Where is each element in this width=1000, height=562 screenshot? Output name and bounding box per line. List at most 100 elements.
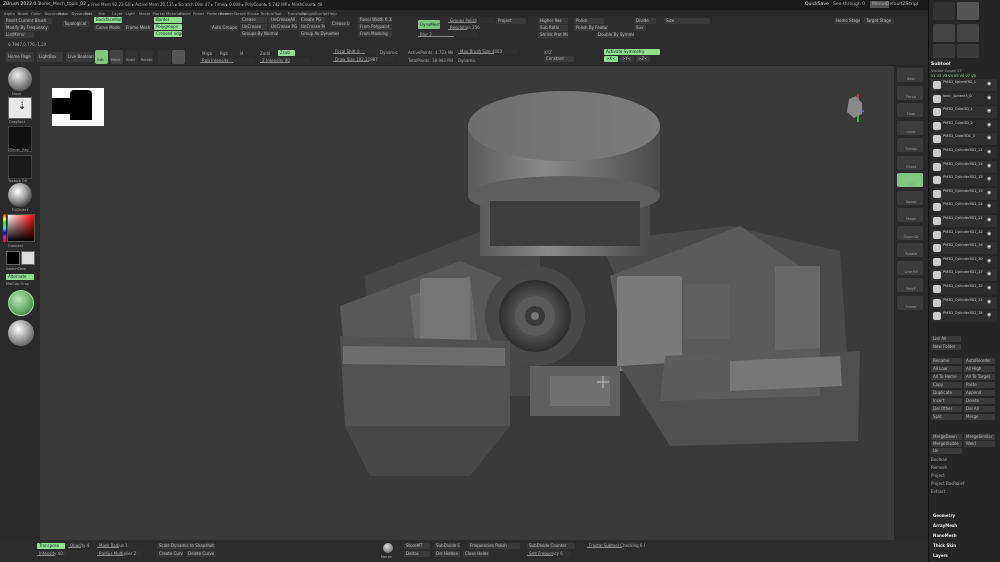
reset-brush-button[interactable]: Reset Current Brush bbox=[4, 18, 52, 24]
paste-button[interactable]: Paste bbox=[964, 382, 995, 388]
subtool-row[interactable]: PM3D_Cylinder3D1_24 ◉ bbox=[931, 201, 997, 214]
menu-layer[interactable]: Layer bbox=[112, 10, 123, 17]
blur-slider[interactable]: Blur 2 bbox=[418, 32, 478, 37]
resolution2-slider[interactable]: Resolution 256 bbox=[448, 25, 480, 30]
intensity-slider[interactable]: Intensity 40 bbox=[37, 551, 67, 556]
all-to-home-button[interactable]: All To Home bbox=[931, 374, 962, 380]
texture-preview[interactable] bbox=[8, 155, 32, 179]
uncrease-button[interactable]: UnCrease bbox=[240, 24, 267, 30]
subtool-row[interactable]: PM3D_Cube3D1_3 ◉ bbox=[931, 133, 997, 146]
live-boolean-button[interactable]: Live Boolean bbox=[66, 52, 94, 62]
subtool-row[interactable]: PM3D_Cylinder3D1_14 ◉ bbox=[931, 160, 997, 173]
shelf-polyf-button[interactable]: PolyF bbox=[897, 278, 923, 292]
tool-thumb-5[interactable] bbox=[933, 44, 955, 58]
home-stage-button[interactable]: Home Stage bbox=[834, 18, 860, 24]
brush-preview[interactable] bbox=[8, 67, 32, 91]
dynamic-toggle[interactable]: Dynamic bbox=[380, 49, 398, 56]
del-hidden-button[interactable]: Del Hidden bbox=[434, 551, 460, 557]
delete-curve-button[interactable]: Delete Curve bbox=[186, 551, 216, 557]
move-button[interactable]: Move bbox=[110, 50, 123, 64]
edit-button[interactable]: Edit bbox=[95, 50, 108, 64]
subtool-row[interactable]: PM3D_Cylinder3D1_15 ◉ bbox=[931, 187, 997, 200]
merge-button[interactable]: Merge bbox=[964, 414, 995, 420]
quicksave-button[interactable]: QuickSave bbox=[805, 1, 829, 8]
polish-by-features-button[interactable]: Polish By Features bbox=[574, 25, 608, 31]
eye-icon[interactable]: ◉ bbox=[987, 122, 991, 128]
eye-icon[interactable]: ◉ bbox=[987, 204, 991, 209]
size-slider[interactable]: Size bbox=[664, 18, 710, 24]
eye-icon[interactable]: ◉ bbox=[987, 231, 991, 237]
menu-marker[interactable]: Marker bbox=[153, 10, 166, 17]
nav-gizmo[interactable] bbox=[847, 94, 865, 122]
symmetry-x-toggle[interactable]: >X< bbox=[604, 56, 618, 62]
z-intensity-slider[interactable]: Z Intensity 40 bbox=[260, 58, 310, 63]
focal-shift-slider[interactable]: Focal Shift 0 bbox=[333, 49, 387, 54]
sub-ratio-slider[interactable]: Sub Ratio bbox=[538, 25, 568, 31]
tool-thumb-2[interactable] bbox=[957, 2, 979, 20]
see-through-slider[interactable]: See-through 0 bbox=[833, 1, 865, 8]
section-layers[interactable]: Layers bbox=[933, 552, 948, 559]
store-mt-button[interactable]: StoreMT bbox=[404, 543, 430, 549]
menu-picker[interactable]: Picker bbox=[193, 10, 204, 17]
eye-icon[interactable]: ◉ bbox=[987, 313, 991, 318]
section-arraymesh[interactable]: ArrayMesh bbox=[933, 522, 957, 529]
mrgb-toggle[interactable]: Mrgb bbox=[202, 50, 212, 57]
section-remesh[interactable]: Remesh bbox=[931, 464, 947, 471]
menu-brush[interactable]: Brush bbox=[18, 10, 29, 17]
border-button[interactable]: Border bbox=[154, 17, 182, 23]
subtool-row[interactable]: PM3D_Cube3D_1 ◉ bbox=[931, 106, 997, 119]
duplicate-button[interactable]: Duplicate bbox=[931, 390, 962, 396]
home-page-button[interactable]: Home Page bbox=[6, 52, 34, 62]
section-nanomesh[interactable]: NanoMesh bbox=[933, 532, 957, 539]
groups-by-normals-button[interactable]: Groups By Normals bbox=[240, 31, 278, 37]
shelf-floor-button[interactable]: Floor bbox=[897, 103, 923, 117]
shelf-move-button[interactable]: Move bbox=[897, 208, 923, 222]
constant-slider[interactable]: Constant bbox=[544, 56, 574, 62]
smt-frequency-slider[interactable]: Smt Frequency 6 bbox=[527, 551, 571, 556]
from-masking-button[interactable]: From Masking bbox=[358, 31, 392, 37]
default-script[interactable]: DefaultZScript bbox=[886, 1, 919, 8]
menu-tool[interactable]: Tool bbox=[274, 10, 281, 17]
draw-size-slider[interactable]: Draw Size 102.21887 bbox=[333, 57, 393, 62]
eye-icon[interactable]: ◉ bbox=[987, 272, 991, 277]
eye-icon[interactable]: ◉ bbox=[987, 95, 991, 101]
color-picker[interactable] bbox=[7, 214, 35, 242]
resolution-slider[interactable]: Resol Width 0.32 bbox=[358, 17, 392, 23]
matcap-preview[interactable] bbox=[8, 320, 34, 346]
menu-light[interactable]: Light bbox=[126, 10, 135, 17]
polish-slider[interactable]: Polish bbox=[574, 18, 604, 24]
eye-icon[interactable]: ◉ bbox=[987, 190, 991, 196]
hue-slider[interactable] bbox=[3, 214, 6, 242]
morph-sphere[interactable] bbox=[383, 543, 393, 553]
menu-macro[interactable]: Macro bbox=[139, 10, 151, 17]
eye-icon[interactable]: ◉ bbox=[987, 109, 991, 114]
shelf-zoom3d-button[interactable]: Zoom3D bbox=[897, 225, 923, 240]
max-brush-size-slider[interactable]: Max Brush Size 4403 bbox=[458, 49, 518, 54]
menu-help[interactable]: Help bbox=[328, 10, 337, 17]
creased-edges-button[interactable]: Creased edges bbox=[154, 31, 182, 37]
eye-icon[interactable]: ◉ bbox=[987, 82, 991, 87]
subtool-row[interactable]: PM3D_Cylinder3D1_11 ◉ bbox=[931, 147, 997, 159]
fractal-check-slider[interactable]: Fractal Subtool Checking 6 PI bbox=[587, 543, 645, 548]
lightbox-button[interactable]: LightBox bbox=[37, 52, 63, 62]
rgb-toggle[interactable]: Rgb bbox=[220, 50, 228, 57]
rgb-intensity-slider[interactable]: Rgb Intensity bbox=[200, 58, 255, 63]
list-mirror-button[interactable]: ListMirror bbox=[4, 32, 34, 38]
eye-icon[interactable]: ◉ bbox=[987, 299, 991, 305]
groups-polish[interactable]: Groups Polish bbox=[448, 18, 494, 23]
higher-res-button[interactable]: Higher Res bbox=[538, 18, 568, 24]
scale-dynamic-button[interactable]: Scale Dynamic to Snapshot bbox=[157, 543, 215, 549]
subtool-row[interactable]: PM3D_Cube3D_2 ◉ bbox=[931, 119, 997, 132]
uncrease-all-button[interactable]: UnCreaseAll bbox=[269, 17, 297, 23]
canvas-viewport[interactable] bbox=[40, 66, 894, 540]
main-color-swatch[interactable] bbox=[6, 251, 20, 265]
material-preview[interactable] bbox=[8, 183, 32, 207]
shelf-persp-button[interactable]: Persp bbox=[897, 85, 923, 100]
symmetry-z-toggle[interactable]: >Z< bbox=[636, 56, 650, 62]
eye-icon[interactable]: ◉ bbox=[987, 150, 991, 155]
tool-thumb-1[interactable] bbox=[933, 2, 955, 20]
subtool-row[interactable]: PM3D_Cylinder3D1_27 ◉ bbox=[931, 269, 997, 282]
shelf-best-button[interactable]: Best bbox=[897, 68, 923, 82]
section-project[interactable]: Project bbox=[931, 472, 945, 479]
menu-zplugin[interactable]: Zplugin bbox=[301, 10, 315, 17]
